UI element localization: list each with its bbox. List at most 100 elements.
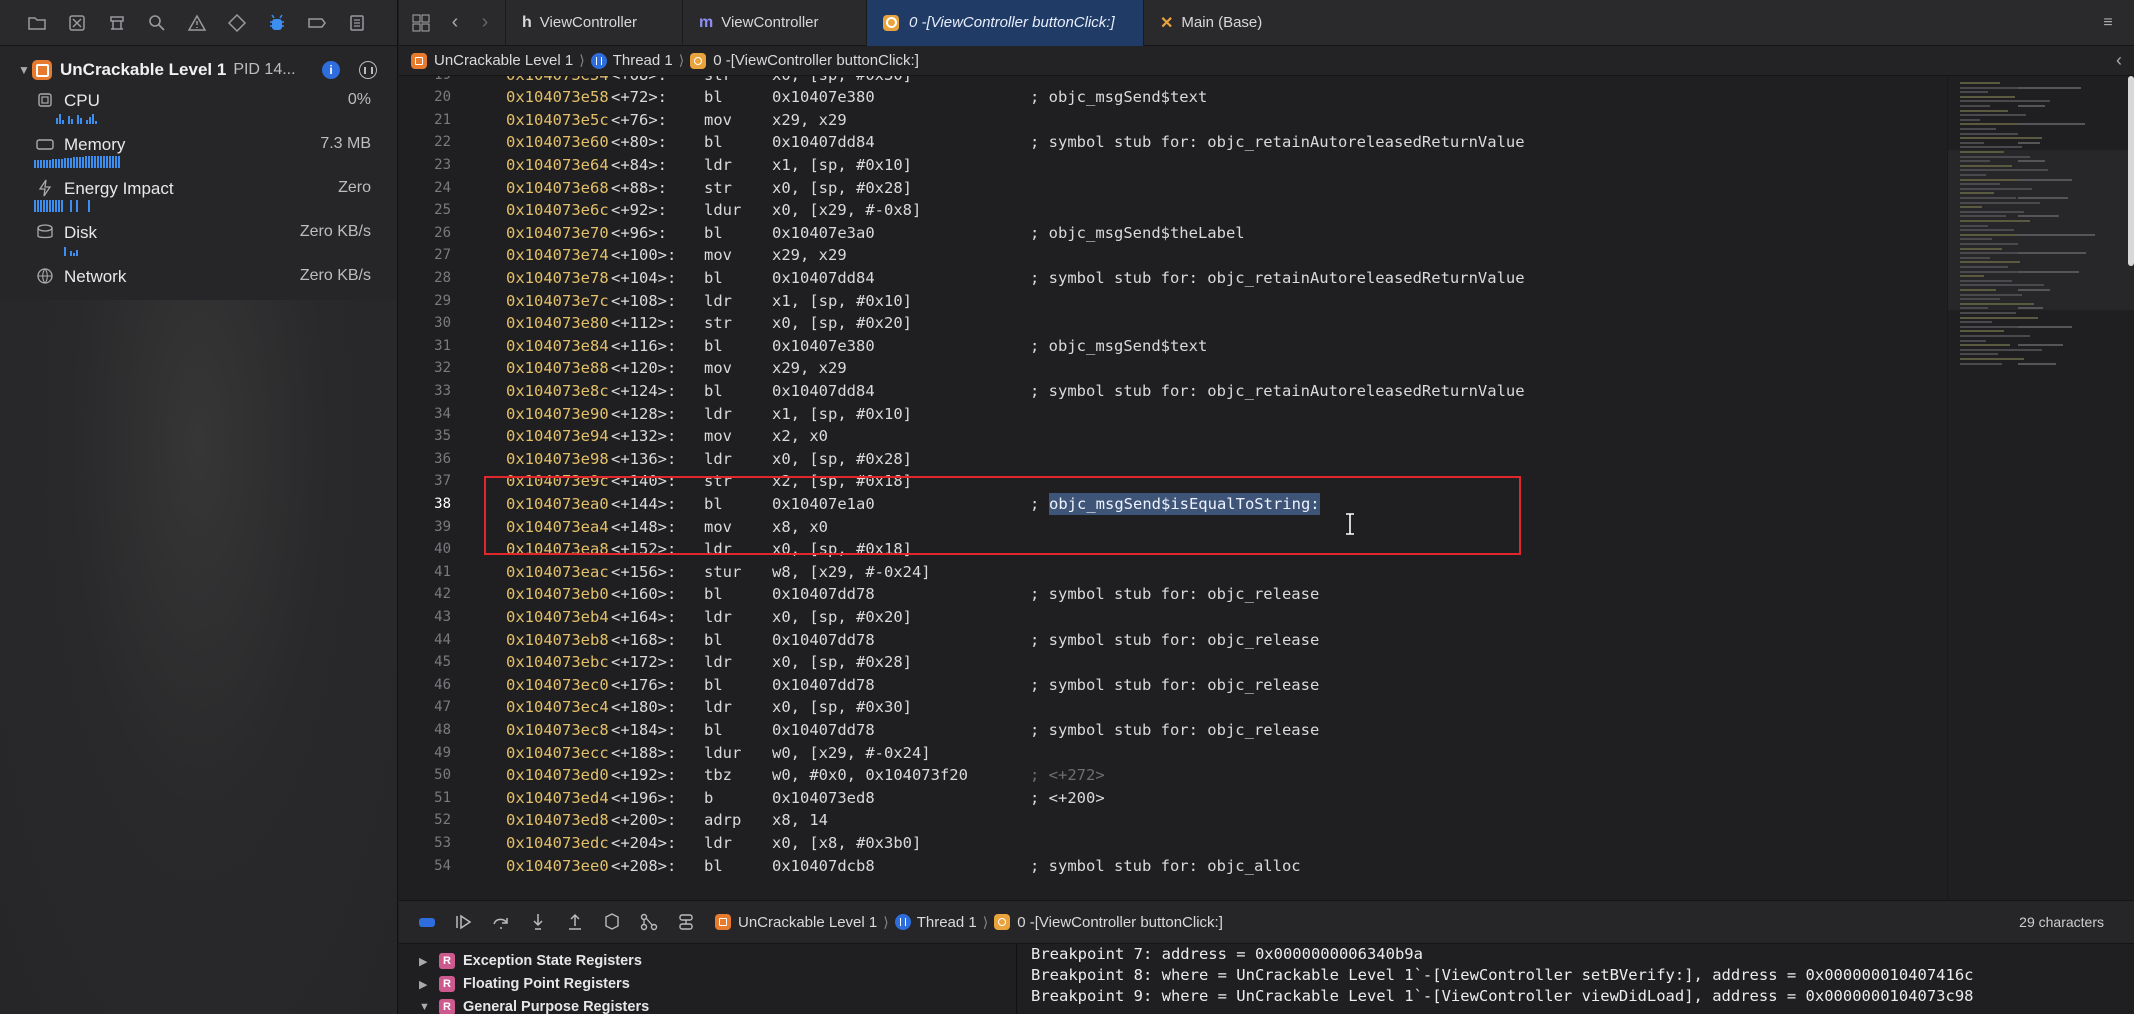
mnemonic: ldr [704, 653, 732, 672]
chevron-down-icon[interactable]: ▼ [18, 63, 30, 77]
forward-icon[interactable]: › [473, 11, 497, 35]
source-control-icon[interactable] [66, 12, 88, 34]
info-icon[interactable]: i [322, 61, 340, 79]
instruction-offset: <+196>: [611, 788, 677, 807]
operands: 0x10407dd78 [772, 585, 875, 604]
jump-bar: UnCrackable Level 1 ⟩ Thread 1 ⟩ 0 -[Vie… [399, 46, 2134, 76]
disassembly-line[interactable]: 36 0x104073e98 <+136>: ldr x0, [sp, #0x28] [399, 448, 1947, 471]
minimap-line [1960, 137, 2042, 140]
var-general-purpose-registers[interactable]: ▼ R General Purpose Registers [419, 996, 649, 1014]
disassembly-line[interactable]: 50 0x104073ed0 <+192>: tbz w0, #0x0, 0x10407… [399, 764, 1947, 787]
disassembly-line[interactable]: 35 0x104073e94 <+132>: mov x2, x0 [399, 425, 1947, 448]
disassembly-line[interactable]: 27 0x104073e74 <+100>: mov x29, x29 [399, 244, 1947, 267]
step-over-icon[interactable] [487, 908, 515, 936]
mnemonic: mov [704, 110, 732, 129]
report-icon[interactable] [346, 12, 368, 34]
issue-icon[interactable] [186, 12, 208, 34]
debug-thread[interactable]: Thread 1 [917, 914, 977, 931]
gauge-label: Memory [64, 135, 126, 154]
debug-console[interactable]: Breakpoint 7: address = 0x0000000006340b… [1018, 944, 2134, 1014]
disassembly-line[interactable]: 52 0x104073ed8 <+200>: adrp x8, 14 [399, 809, 1947, 832]
minimap-line [1960, 279, 2012, 282]
step-out-icon[interactable] [561, 908, 589, 936]
disassembly-line[interactable]: 54 0x104073ee0 <+208>: bl 0x10407dcb8 ; symbo… [399, 855, 1947, 878]
disassembly-line[interactable]: 49 0x104073ecc <+188>: ldur w0, [x29, #-0x24… [399, 742, 1947, 765]
disassembly-line[interactable]: 46 0x104073ec0 <+176>: bl 0x10407dd78 ; symbo… [399, 674, 1947, 697]
line-number: 42 [434, 586, 451, 603]
disassembly-line[interactable]: 22 0x104073e60 <+80>: bl 0x10407dd84 ; symbol… [399, 131, 1947, 154]
gauge-network[interactable]: Network Zero KB/s [36, 267, 376, 311]
disassembly-line[interactable]: 44 0x104073eb8 <+168>: bl 0x10407dd78 ; symbo… [399, 629, 1947, 652]
view-hierarchy-icon[interactable] [598, 908, 626, 936]
chevron-down-icon[interactable]: ▼ [419, 1001, 433, 1013]
tab-viewcontroller-header[interactable]: h ViewController [505, 0, 682, 46]
disassembly-line[interactable]: 28 0x104073e78 <+104>: bl 0x10407dd84 ; symbo… [399, 267, 1947, 290]
gauge-value: Zero KB/s [299, 267, 371, 284]
scrollbar[interactable] [2128, 76, 2134, 266]
chevron-right-icon[interactable]: ▶ [419, 955, 433, 968]
debug-frame[interactable]: 0 -[ViewController buttonClick:] [1017, 914, 1223, 931]
disassembly-line[interactable]: 19 0x104073e54<+68>: str x0, [sp, #0x30] [399, 76, 1947, 86]
chevron-right-icon[interactable]: ▶ [419, 978, 433, 991]
disassembly-line[interactable]: 29 0x104073e7c <+108>: ldr x1, [sp, #0x10] [399, 290, 1947, 313]
disassembly-line[interactable]: 47 0x104073ec4 <+180>: ldr x0, [sp, #0x30] [399, 696, 1947, 719]
disassembly-line[interactable]: 26 0x104073e70 <+96>: bl 0x10407e3a0 ; objc_m… [399, 222, 1947, 245]
tab-disassembly[interactable]: 0 -[ViewController buttonClick:] [866, 0, 1143, 46]
disassembly-line[interactable]: 53 0x104073edc <+204>: ldr x0, [x8, #0x3b0] [399, 832, 1947, 855]
debug-app[interactable]: UnCrackable Level 1 [738, 914, 877, 931]
environment-overrides-icon[interactable] [672, 908, 700, 936]
breakpoint-icon[interactable] [306, 12, 328, 34]
disassembly-line[interactable]: 25 0x104073e6c <+92>: ldur x0, [x29, #-0x8] [399, 199, 1947, 222]
disassembly-line[interactable]: 30 0x104073e80 <+112>: str x0, [sp, #0x20] [399, 312, 1947, 335]
folder-icon[interactable] [26, 12, 48, 34]
jumpbar-frame[interactable]: 0 -[ViewController buttonClick:] [713, 52, 919, 69]
cpu-sparkline [56, 112, 97, 124]
disassembly-line[interactable]: 31 0x104073e84 <+116>: bl 0x10407e380 ; objc_… [399, 335, 1947, 358]
disassembly-line[interactable]: 24 0x104073e68 <+88>: str x0, [sp, #0x28] [399, 177, 1947, 200]
disassembly-line[interactable]: 32 0x104073e88 <+120>: mov x29, x29 [399, 357, 1947, 380]
grid-icon[interactable] [409, 11, 433, 35]
memory-graph-icon[interactable] [635, 908, 663, 936]
disassembly-line[interactable]: 43 0x104073eb4 <+164>: ldr x0, [sp, #0x20] [399, 606, 1947, 629]
disassembly-line[interactable]: 20 0x104073e58 <+72>: bl 0x10407e380 ; objc_m… [399, 86, 1947, 109]
debug-icon[interactable] [266, 12, 288, 34]
gauge-disk[interactable]: Disk Zero KB/s [36, 223, 376, 267]
step-into-icon[interactable] [524, 908, 552, 936]
instruction-address: 0x104073e6c [506, 201, 609, 220]
var-floating-point-registers[interactable]: ▶ R Floating Point Registers [419, 973, 630, 995]
line-number: 33 [434, 382, 451, 399]
disassembly-line[interactable]: 45 0x104073ebc <+172>: ldr x0, [sp, #0x28] [399, 651, 1947, 674]
jumpbar-thread[interactable]: Thread 1 [613, 52, 673, 69]
chevron-left-icon[interactable]: ‹ [2116, 50, 2122, 71]
disassembly-line[interactable]: 42 0x104073eb0 <+160>: bl 0x10407dd78 ; symbo… [399, 583, 1947, 606]
gauge-memory[interactable]: Memory 7.3 MB [34, 135, 376, 179]
gauge-cpu[interactable]: CPU 0% [36, 91, 376, 135]
continue-icon[interactable] [450, 908, 478, 936]
mnemonic: bl [704, 381, 723, 400]
back-icon[interactable]: ‹ [443, 11, 467, 35]
disassembly-line[interactable]: 21 0x104073e5c <+76>: mov x29, x29 [399, 109, 1947, 132]
jumpbar-app[interactable]: UnCrackable Level 1 [434, 52, 573, 69]
disassembly-line[interactable]: 34 0x104073e90 <+128>: ldr x1, [sp, #0x10] [399, 403, 1947, 426]
process-row[interactable]: ▼ UnCrackable Level 1 PID 14... i [18, 57, 378, 83]
symbol-icon[interactable] [106, 12, 128, 34]
find-icon[interactable] [146, 12, 168, 34]
tab-viewcontroller-impl[interactable]: m ViewController [682, 0, 866, 46]
var-exception-state-registers[interactable]: ▶ R Exception State Registers [419, 950, 642, 972]
pause-icon[interactable] [359, 61, 377, 79]
test-icon[interactable] [226, 12, 248, 34]
minimap-line [1960, 183, 2000, 186]
disassembly-line[interactable]: 41 0x104073eac <+156>: stur w8, [x29, #-0x24… [399, 561, 1947, 584]
toggle-console-icon[interactable] [413, 908, 441, 936]
instruction-address: 0x104073e68 [506, 178, 609, 197]
disassembly-line[interactable]: 23 0x104073e64 <+84>: ldr x1, [sp, #0x10] [399, 154, 1947, 177]
mnemonic: ldr [704, 698, 732, 717]
thread-icon [894, 914, 911, 930]
tab-main-storyboard[interactable]: ✕ Main (Base) [1143, 0, 1293, 46]
minimap[interactable] [1947, 76, 2134, 900]
editor-options-icon[interactable]: ≡ [2096, 11, 2120, 35]
gauge-energy[interactable]: Energy Impact Zero [34, 179, 376, 223]
disassembly-line[interactable]: 33 0x104073e8c <+124>: bl 0x10407dd84 ; symbo… [399, 380, 1947, 403]
disassembly-line[interactable]: 51 0x104073ed4 <+196>: b 0x104073ed8 ; <+200> [399, 787, 1947, 810]
disassembly-line[interactable]: 48 0x104073ec8 <+184>: bl 0x10407dd78 ; symbo… [399, 719, 1947, 742]
